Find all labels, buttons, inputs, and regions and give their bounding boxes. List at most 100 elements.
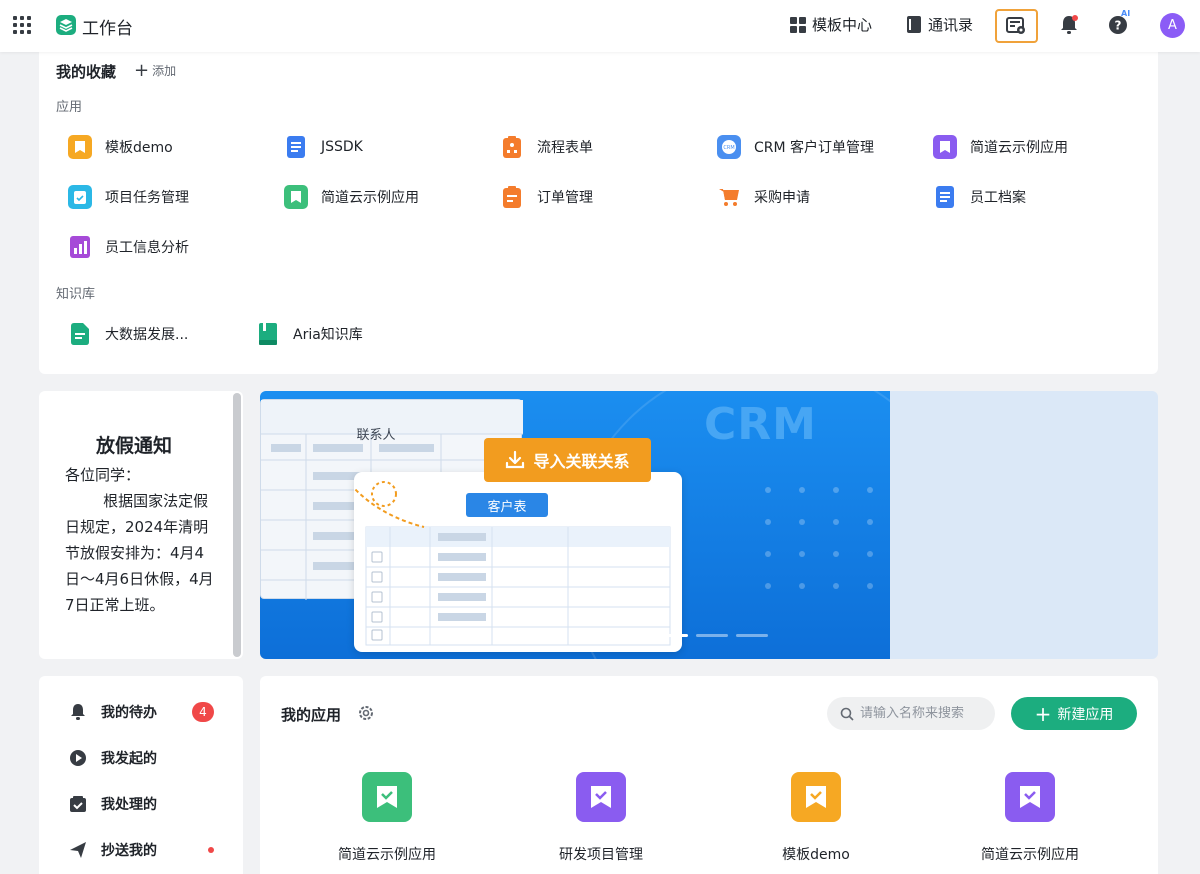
fav-app-label: 项目任务管理 [105, 190, 189, 206]
sidebar-item-label: 我的待办 [101, 705, 157, 721]
fav-app-item[interactable]: 订单管理 [500, 185, 593, 209]
new-app-button[interactable]: + 新建应用 [1011, 697, 1137, 730]
my-app-item[interactable]: 简道云示例应用 [307, 772, 467, 864]
new-app-label: 新建应用 [1057, 706, 1114, 723]
cart-icon [717, 185, 741, 209]
contacts-book-icon [907, 16, 921, 33]
apps-section-label: 应用 [56, 100, 83, 115]
sidebar-item-cc[interactable]: 抄送我的 [69, 840, 219, 860]
fav-app-label: 简道云示例应用 [321, 190, 419, 206]
my-app-item[interactable]: 研发项目管理 [521, 772, 681, 864]
app-bookmark-icon [362, 772, 412, 822]
fav-app-item[interactable]: 流程表单 [500, 135, 593, 159]
app-bookmark-icon [1005, 772, 1055, 822]
send-icon [70, 842, 86, 858]
fav-app-label: 流程表单 [537, 140, 593, 156]
banner-image: CRM 联系人 客户表 导入关联关系 [260, 391, 890, 659]
notification-button[interactable] [1059, 14, 1079, 36]
svg-text:CRM: CRM [723, 145, 734, 151]
my-apps-card: 我的应用 + 新建应用 简道云示例应用 研发项目管理 模板demo 简道云示例应用 [260, 676, 1158, 874]
banner-dots [765, 487, 873, 589]
my-apps-title: 我的应用 [281, 706, 342, 724]
kb-item[interactable]: Aria知识库 [256, 322, 363, 346]
app-bookmark-icon [791, 772, 841, 822]
nav-template-center[interactable]: 模板中心 [790, 14, 872, 35]
sidebar-item-initiated[interactable]: 我发起的 [69, 748, 219, 768]
carousel-dot[interactable] [736, 634, 768, 637]
grid-blocks-icon [790, 16, 806, 33]
app-search[interactable] [827, 697, 995, 730]
kb-section-label: 知识库 [56, 287, 96, 302]
fav-app-item[interactable]: 简道云示例应用 [933, 135, 1068, 159]
fav-app-item[interactable]: 采购申请 [717, 185, 810, 209]
play-circle-icon [70, 750, 86, 766]
fav-app-label: 员工档案 [970, 190, 1026, 206]
svg-text:?: ? [1115, 19, 1122, 33]
fav-app-item[interactable]: 简道云示例应用 [284, 185, 419, 209]
import-relations-text: 导入关联关系 [533, 452, 630, 471]
sidebar-item-handled[interactable]: 我处理的 [69, 794, 219, 814]
fav-app-item[interactable]: 模板demo [68, 135, 173, 159]
fav-app-item[interactable]: JSSDK [284, 135, 363, 159]
document-icon [933, 185, 957, 209]
favorites-add-label: 添加 [152, 64, 177, 78]
my-app-label: 研发项目管理 [559, 847, 643, 863]
task-clipboard-icon [68, 185, 92, 209]
fav-app-item[interactable]: 员工信息分析 [68, 235, 189, 259]
promo-banner[interactable]: CRM 联系人 客户表 导入关联关系 [260, 391, 1158, 659]
fav-app-item[interactable]: CRM CRM 客户订单管理 [717, 135, 874, 159]
plus-icon: + [1034, 701, 1052, 726]
fav-app-label: 简道云示例应用 [970, 140, 1068, 156]
fav-app-item[interactable]: 员工档案 [933, 185, 1026, 209]
my-app-label: 简道云示例应用 [338, 847, 436, 863]
favorites-card: 我的收藏 + 添加 应用 模板demo JSSDK 流程表单 CRM CRM 客户… [39, 52, 1158, 374]
help-icon: ? [1109, 16, 1127, 34]
app-grid-icon[interactable] [13, 16, 31, 34]
banner-crm-text: CRM [704, 399, 817, 450]
nav-contacts[interactable]: 通讯录 [906, 14, 973, 35]
app-bookmark-icon [68, 135, 92, 159]
notice-body: 各位同学： 根据国家法定假日规定，2024年清明节放假安排为：4月4日～4月6日… [65, 466, 214, 614]
my-app-item[interactable]: 模板demo [736, 772, 896, 864]
customer-table-graphic: 客户表 [354, 472, 682, 652]
kb-item[interactable]: 大数据发展... [68, 322, 188, 346]
check-box-icon [70, 796, 86, 812]
plus-icon: + [134, 59, 150, 81]
flow-form-icon [500, 135, 524, 159]
my-app-label: 简道云示例应用 [981, 847, 1079, 863]
favorites-add-button[interactable]: + 添加 [134, 59, 177, 81]
workbench-settings-button[interactable] [1005, 16, 1027, 36]
notice-scrollbar[interactable] [233, 393, 241, 657]
fav-app-label: CRM 客户订单管理 [754, 140, 875, 156]
top-bar: 工作台 模板中心 通讯录 ? AI A [0, 0, 1200, 52]
kb-doc-icon [68, 322, 92, 346]
import-relations-label: 导入关联关系 [484, 438, 651, 482]
fav-app-label: JSSDK [321, 139, 363, 155]
search-input[interactable] [860, 706, 990, 721]
card-settings-icon [1006, 17, 1025, 34]
sidebar-item-label: 我发起的 [101, 751, 157, 767]
sidebar-item-label: 我处理的 [101, 797, 157, 813]
contacts-label: 联系人 [356, 428, 396, 443]
fav-app-label: 订单管理 [537, 190, 593, 206]
document-icon [284, 135, 308, 159]
app-bookmark-icon [576, 772, 626, 822]
sidebar-item-label: 抄送我的 [101, 843, 157, 859]
avatar[interactable]: A [1160, 13, 1185, 38]
crm-icon: CRM [717, 135, 741, 159]
gear-icon[interactable] [357, 704, 375, 722]
carousel-dot[interactable] [696, 634, 728, 637]
banner-carousel-indicator[interactable] [656, 634, 768, 637]
kb-item-label: Aria知识库 [293, 327, 363, 343]
fav-app-label: 员工信息分析 [105, 240, 189, 256]
kb-item-label: 大数据发展... [105, 327, 189, 343]
bell-icon [1061, 15, 1078, 34]
nav-contacts-label: 通讯录 [928, 16, 974, 34]
carousel-dot-active[interactable] [656, 634, 688, 637]
todo-count-badge: 4 [192, 702, 214, 722]
fav-app-label: 采购申请 [754, 190, 810, 206]
nav-template-center-label: 模板中心 [812, 16, 873, 34]
fav-app-item[interactable]: 项目任务管理 [68, 185, 189, 209]
my-app-item[interactable]: 简道云示例应用 [950, 772, 1110, 864]
order-icon [500, 185, 524, 209]
